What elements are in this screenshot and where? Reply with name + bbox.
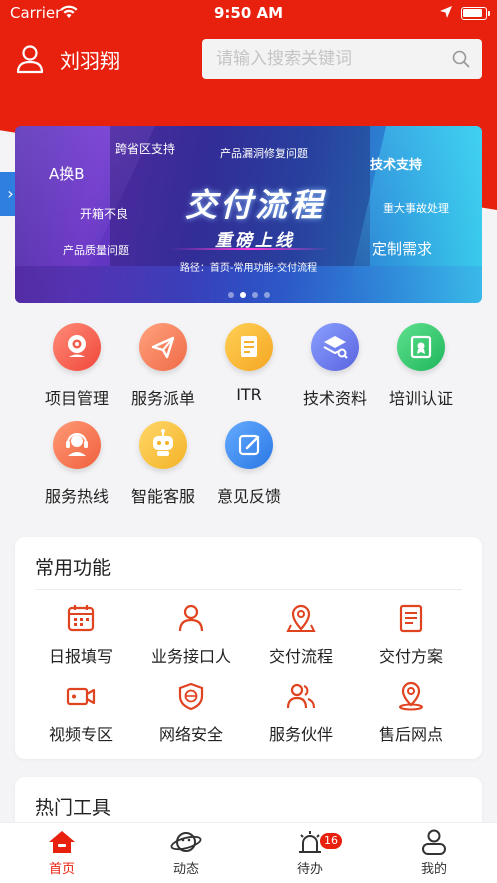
home-icon (49, 831, 75, 853)
clock: 9:50 AM (213, 4, 284, 22)
document-list-icon (399, 604, 423, 633)
certificate-icon (397, 323, 445, 371)
function-delivery-process[interactable]: 交付流程 (246, 603, 356, 667)
carousel-dot[interactable] (227, 292, 234, 298)
service-label: 意见反馈 (216, 487, 281, 506)
service-label: 服务派单 (130, 389, 195, 408)
function-label: 日报填写 (48, 647, 113, 666)
map-pin-icon (286, 604, 316, 632)
function-contact-person[interactable]: 业务接口人 (136, 603, 246, 667)
edit-icon (225, 421, 273, 469)
location-pin-icon (399, 681, 423, 711)
banner-tag: A换B (49, 165, 85, 183)
section-title: 热门工具 (35, 797, 112, 819)
tab-label: 首页 (48, 862, 75, 877)
battery-icon (461, 7, 490, 20)
function-label: 售后网点 (378, 725, 443, 744)
calendar-icon (67, 605, 95, 632)
service-training[interactable]: 培训认证 (376, 323, 466, 409)
function-daily-report[interactable]: 日报填写 (26, 603, 136, 667)
function-video-zone[interactable]: 视频专区 (26, 681, 136, 745)
carousel-dot[interactable] (251, 292, 258, 298)
service-smart-support[interactable]: 智能客服 (118, 421, 208, 507)
username[interactable]: 刘羽翔 (60, 45, 120, 74)
paper-plane-icon (139, 323, 187, 371)
service-feedback[interactable]: 意见反馈 (204, 421, 294, 507)
person-icon (178, 604, 204, 632)
function-delivery-plan[interactable]: 交付方案 (356, 603, 466, 667)
common-functions-card: 常用功能 日报填写 业务接口人 交付流程 交付方案 视频专区 网络安全 服务伙伴… (15, 537, 482, 759)
tab-profile[interactable]: 我的 (372, 829, 496, 877)
function-service-partners[interactable]: 服务伙伴 (246, 681, 356, 745)
people-icon (286, 683, 315, 709)
shield-network-icon (178, 682, 204, 711)
stack-search-icon (311, 323, 359, 371)
banner-tag: 开箱不良 (80, 207, 129, 221)
webcam-icon (53, 323, 101, 371)
service-itr[interactable]: ITR (204, 323, 294, 404)
banner-tag: 定制需求 (372, 240, 433, 258)
carousel-indicator (15, 283, 482, 302)
function-label: 视频专区 (48, 725, 113, 744)
profile-icon (422, 829, 446, 855)
function-label: 网络安全 (158, 725, 223, 744)
function-service-outlets[interactable]: 售后网点 (356, 681, 466, 745)
tab-label: 待办 (296, 862, 323, 877)
robot-icon (139, 421, 187, 469)
function-network-security[interactable]: 网络安全 (136, 681, 246, 745)
service-label: 智能客服 (130, 487, 195, 506)
tab-home[interactable]: 首页 (0, 829, 124, 877)
service-tech-docs[interactable]: 技术资料 (290, 323, 380, 409)
chevron-right-icon: › (7, 184, 14, 203)
search-input[interactable] (216, 39, 446, 79)
todo-count-badge: 16 (320, 833, 342, 849)
tab-todo[interactable]: 16 待办 (248, 829, 372, 877)
carousel-dot-active[interactable] (239, 292, 246, 298)
service-label: ITR (236, 385, 262, 404)
tab-label: 动态 (172, 862, 199, 877)
status-bar: Carrier 9:50 AM (0, 0, 497, 28)
headset-icon (53, 421, 101, 469)
service-dispatch[interactable]: 服务派单 (118, 323, 208, 409)
search-icon[interactable] (452, 50, 470, 68)
service-label: 技术资料 (302, 389, 367, 408)
function-label: 业务接口人 (150, 647, 231, 666)
service-project-management[interactable]: 项目管理 (32, 323, 122, 409)
document-icon (225, 323, 273, 371)
section-title: 常用功能 (35, 557, 112, 579)
service-label: 培训认证 (388, 389, 453, 408)
service-hotline[interactable]: 服务热线 (32, 421, 122, 507)
location-arrow-icon (440, 6, 452, 18)
tab-label: 我的 (420, 862, 447, 877)
promo-banner[interactable]: A换B 跨省区支持 产品漏洞修复问题 技术支持 开箱不良 重大事故处理 产品质量… (15, 126, 482, 303)
video-camera-icon (66, 687, 96, 706)
planet-icon (170, 832, 202, 852)
tab-feed[interactable]: 动态 (124, 829, 248, 877)
tab-bar: 首页 动态 16 待办 我的 (0, 822, 497, 883)
function-label: 交付方案 (378, 647, 443, 666)
user-icon[interactable] (16, 44, 44, 74)
banner-tag: 跨省区支持 (115, 142, 176, 156)
service-label: 项目管理 (44, 389, 109, 408)
banner-path: 路径：首页-常用功能-交付流程 (179, 263, 318, 274)
banner-tag: 重大事故处理 (383, 202, 449, 215)
function-label: 服务伙伴 (268, 725, 333, 744)
top-bar: 刘羽翔 (0, 36, 497, 84)
banner-tag: 产品漏洞修复问题 (220, 147, 308, 160)
banner-title: 交付流程 (184, 186, 325, 224)
carousel-dot[interactable] (263, 292, 270, 298)
function-label: 交付流程 (268, 647, 333, 666)
banner-tag: 产品质量问题 (63, 244, 129, 257)
service-label: 服务热线 (44, 487, 109, 506)
banner-underline (170, 248, 330, 250)
divider (35, 589, 462, 590)
banner-tag: 技术支持 (370, 158, 423, 173)
search-box[interactable] (202, 39, 482, 79)
